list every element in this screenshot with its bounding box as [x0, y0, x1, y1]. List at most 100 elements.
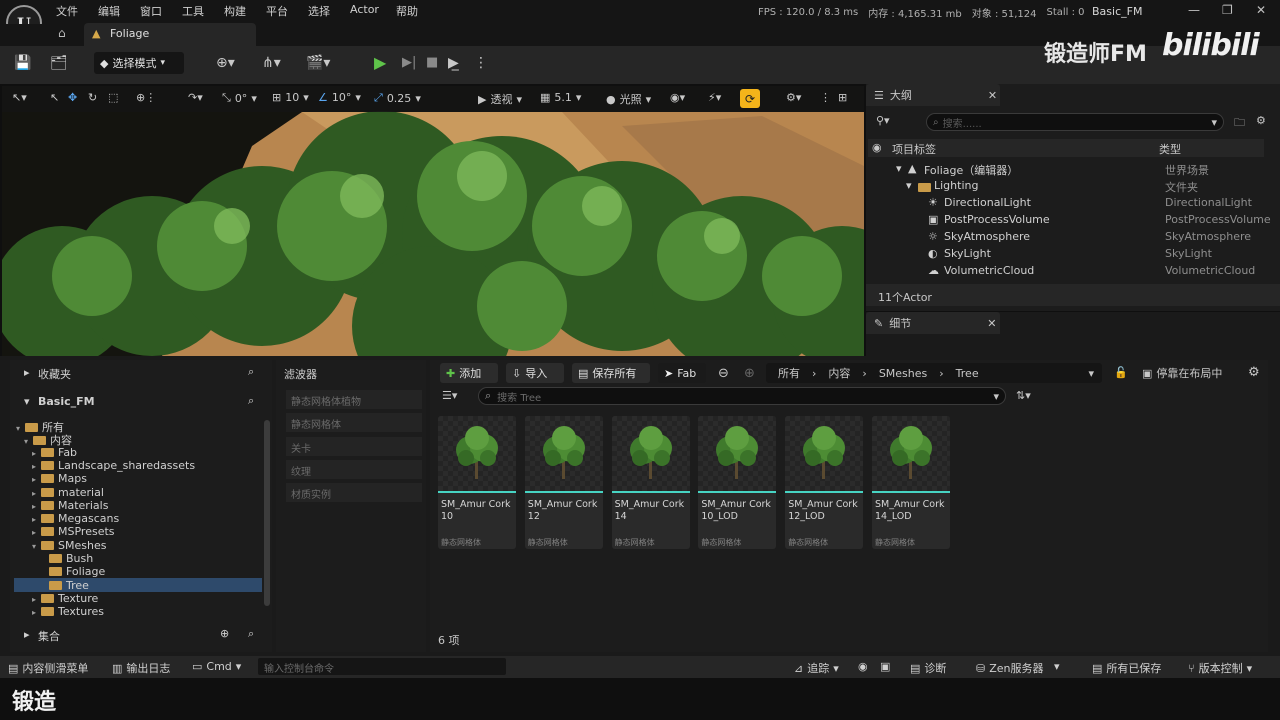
- tree-item[interactable]: ▸ Textures: [32, 605, 104, 618]
- tree-item[interactable]: ▸ Materials: [32, 499, 108, 512]
- filter-level[interactable]: 关卡: [286, 437, 422, 456]
- source-control-button[interactable]: ⑂ 版本控制 ▾: [1188, 660, 1252, 676]
- lighting-button[interactable]: ● 光照 ▾: [606, 91, 651, 107]
- move-tool-icon[interactable]: ✥: [68, 91, 77, 104]
- crumb-content[interactable]: 内容: [828, 365, 850, 381]
- outliner-row[interactable]: ▾ ▲ Foliage（编辑器） 世界场景: [868, 160, 1264, 177]
- filter-material-instance[interactable]: 材质实例: [286, 483, 422, 502]
- layout-grid-icon[interactable]: ⊞: [838, 91, 847, 104]
- output-log-button[interactable]: ▥ 输出日志: [112, 660, 170, 676]
- menu-build[interactable]: 构建: [224, 3, 246, 19]
- console-input[interactable]: 输入控制台命令: [258, 658, 506, 675]
- tree-item[interactable]: ▸ Texture: [32, 592, 98, 605]
- fab-button[interactable]: ➤ Fab: [658, 363, 706, 383]
- search-icon[interactable]: ⌕: [248, 394, 254, 408]
- filter-static-mesh-foliage[interactable]: 静态网格体植物: [286, 390, 422, 409]
- home-icon[interactable]: ⌂: [58, 26, 66, 40]
- more-options-icon[interactable]: ⋮: [474, 55, 488, 71]
- settings-icon[interactable]: ⚙: [1256, 114, 1266, 127]
- lock-icon[interactable]: 🔓: [1114, 366, 1128, 379]
- expand-icon[interactable]: ▾: [32, 542, 41, 551]
- tree-item[interactable]: ▸ Landscape_sharedassets: [32, 459, 195, 472]
- expand-icon[interactable]: ▸: [32, 449, 41, 458]
- launch-icon[interactable]: ▶̲: [448, 55, 459, 71]
- rotate-snap-control[interactable]: ⤡ 0° ▾: [222, 91, 257, 105]
- add-actor-icon[interactable]: ⊕▾: [216, 55, 235, 71]
- menu-window[interactable]: 窗口: [140, 3, 162, 19]
- surface-snap-icon[interactable]: ↷▾: [188, 91, 203, 104]
- tree-item[interactable]: Bush: [40, 552, 93, 565]
- content-drawer-button[interactable]: ▤ 内容侧滑菜单: [8, 660, 88, 676]
- play-icon[interactable]: ▶: [374, 53, 386, 72]
- favorites-header[interactable]: 收藏夹: [38, 366, 71, 382]
- asset-tile[interactable]: SM_Amur Cork12 静态网格体: [524, 416, 603, 549]
- asset-tile[interactable]: SM_Amur Cork10 静态网格体: [438, 416, 516, 549]
- tree-item[interactable]: ▸ Fab: [32, 446, 77, 459]
- cinematics-icon[interactable]: 🎬▾: [306, 55, 330, 71]
- project-header[interactable]: Basic_FM: [38, 395, 95, 408]
- zen-server-button[interactable]: ⛁ Zen服务器: [976, 660, 1044, 676]
- outliner-row[interactable]: ☀ DirectionalLight DirectionalLight: [868, 194, 1264, 211]
- realtime-icon[interactable]: ⚡▾: [708, 91, 721, 104]
- chevron-down-icon[interactable]: ▾: [1088, 367, 1094, 380]
- fov-button[interactable]: ▦ 5.1 ▾: [540, 91, 581, 104]
- tree-item[interactable]: ▸ Megascans: [32, 512, 119, 525]
- screenshot-icon[interactable]: ▣: [880, 660, 890, 673]
- asset-search-input[interactable]: ⌕ 搜索 Tree ▾: [478, 387, 1006, 405]
- scale-snap-control[interactable]: ⤢ 0.25 ▾: [374, 91, 421, 105]
- sort-icon[interactable]: ⇅▾: [1016, 389, 1031, 402]
- diagnostics-button[interactable]: ▤ 诊断: [910, 660, 946, 676]
- stop-icon[interactable]: ■: [426, 55, 438, 70]
- outliner-row[interactable]: ▣ PostProcessVolume PostProcessVolume: [868, 211, 1271, 228]
- expand-icon[interactable]: ▸: [32, 595, 41, 604]
- settings-icon[interactable]: ⚙: [1248, 365, 1260, 380]
- menu-edit[interactable]: 编辑: [98, 3, 120, 19]
- collections-header[interactable]: 集合: [38, 628, 60, 644]
- tab-level[interactable]: ▲ Foliage: [84, 23, 256, 46]
- add-button[interactable]: ✚ 添加: [440, 363, 498, 383]
- viewport-settings-icon[interactable]: ⚙▾: [786, 91, 801, 104]
- collections-expand-icon[interactable]: ▸: [24, 628, 30, 641]
- back-icon[interactable]: ⊖: [718, 366, 729, 381]
- col-type[interactable]: 类型: [1159, 141, 1181, 157]
- show-eye-icon[interactable]: ◉▾: [670, 91, 685, 104]
- search-icon[interactable]: ⌕: [248, 365, 254, 379]
- expand-icon[interactable]: ▸: [32, 502, 41, 511]
- tree-item[interactable]: Foliage: [40, 565, 105, 578]
- tab-details[interactable]: ✎ 细节 ✕: [866, 312, 1000, 334]
- record-icon[interactable]: ◉: [858, 660, 868, 673]
- crumb-smeshes[interactable]: SMeshes: [879, 367, 927, 380]
- visibility-icon[interactable]: ◉: [872, 141, 882, 154]
- import-button[interactable]: ⇩ 导入: [506, 363, 564, 383]
- blueprint-icon[interactable]: ⋔▾: [262, 55, 281, 71]
- close-icon[interactable]: ✕: [988, 89, 997, 102]
- highlighted-tool-icon[interactable]: ⟳: [740, 89, 760, 108]
- asset-tile[interactable]: SM_Amur Cork12_LOD 静态网格体: [785, 416, 864, 549]
- filter-icon[interactable]: ☰▾: [442, 389, 457, 402]
- menu-platform[interactable]: 平台: [266, 3, 288, 19]
- tree-item[interactable]: ▾ 所有: [16, 419, 64, 434]
- level-viewport[interactable]: [2, 86, 864, 356]
- menu-file[interactable]: 文件: [56, 3, 78, 19]
- all-saved-status[interactable]: ▤ 所有已保存: [1092, 660, 1161, 676]
- minimize-icon[interactable]: —: [1188, 3, 1200, 17]
- crumb-tree[interactable]: Tree: [956, 367, 979, 380]
- outliner-search-input[interactable]: ⌕ 搜索...... ▾: [926, 113, 1224, 131]
- new-folder-icon[interactable]: 🗀: [1234, 114, 1245, 133]
- add-collection-icon[interactable]: ⊕: [220, 627, 229, 640]
- tree-item[interactable]: Tree: [40, 579, 89, 592]
- expand-icon[interactable]: ▸: [32, 462, 41, 471]
- filter-icon[interactable]: ⚲▾: [876, 114, 890, 127]
- tab-outliner[interactable]: ☰ 大纲 ✕: [866, 84, 1000, 106]
- outliner-row[interactable]: ☁ VolumetricCloud VolumetricCloud: [868, 262, 1264, 279]
- mode-select-button[interactable]: ◆ 选择模式 ▾: [94, 52, 184, 74]
- trace-button[interactable]: ⊿ 追踪 ▾: [794, 660, 839, 676]
- col-label[interactable]: 项目标签: [892, 141, 936, 157]
- grid-snap-control[interactable]: ⊞ 10 ▾: [272, 91, 309, 104]
- tree-item[interactable]: ▾ SMeshes: [32, 539, 106, 552]
- project-expand-icon[interactable]: ▾: [24, 395, 30, 408]
- expand-icon[interactable]: ▾: [896, 162, 902, 175]
- expand-icon[interactable]: ▸: [32, 475, 41, 484]
- close-window-icon[interactable]: ✕: [1256, 3, 1266, 17]
- expand-icon[interactable]: ▸: [32, 608, 41, 617]
